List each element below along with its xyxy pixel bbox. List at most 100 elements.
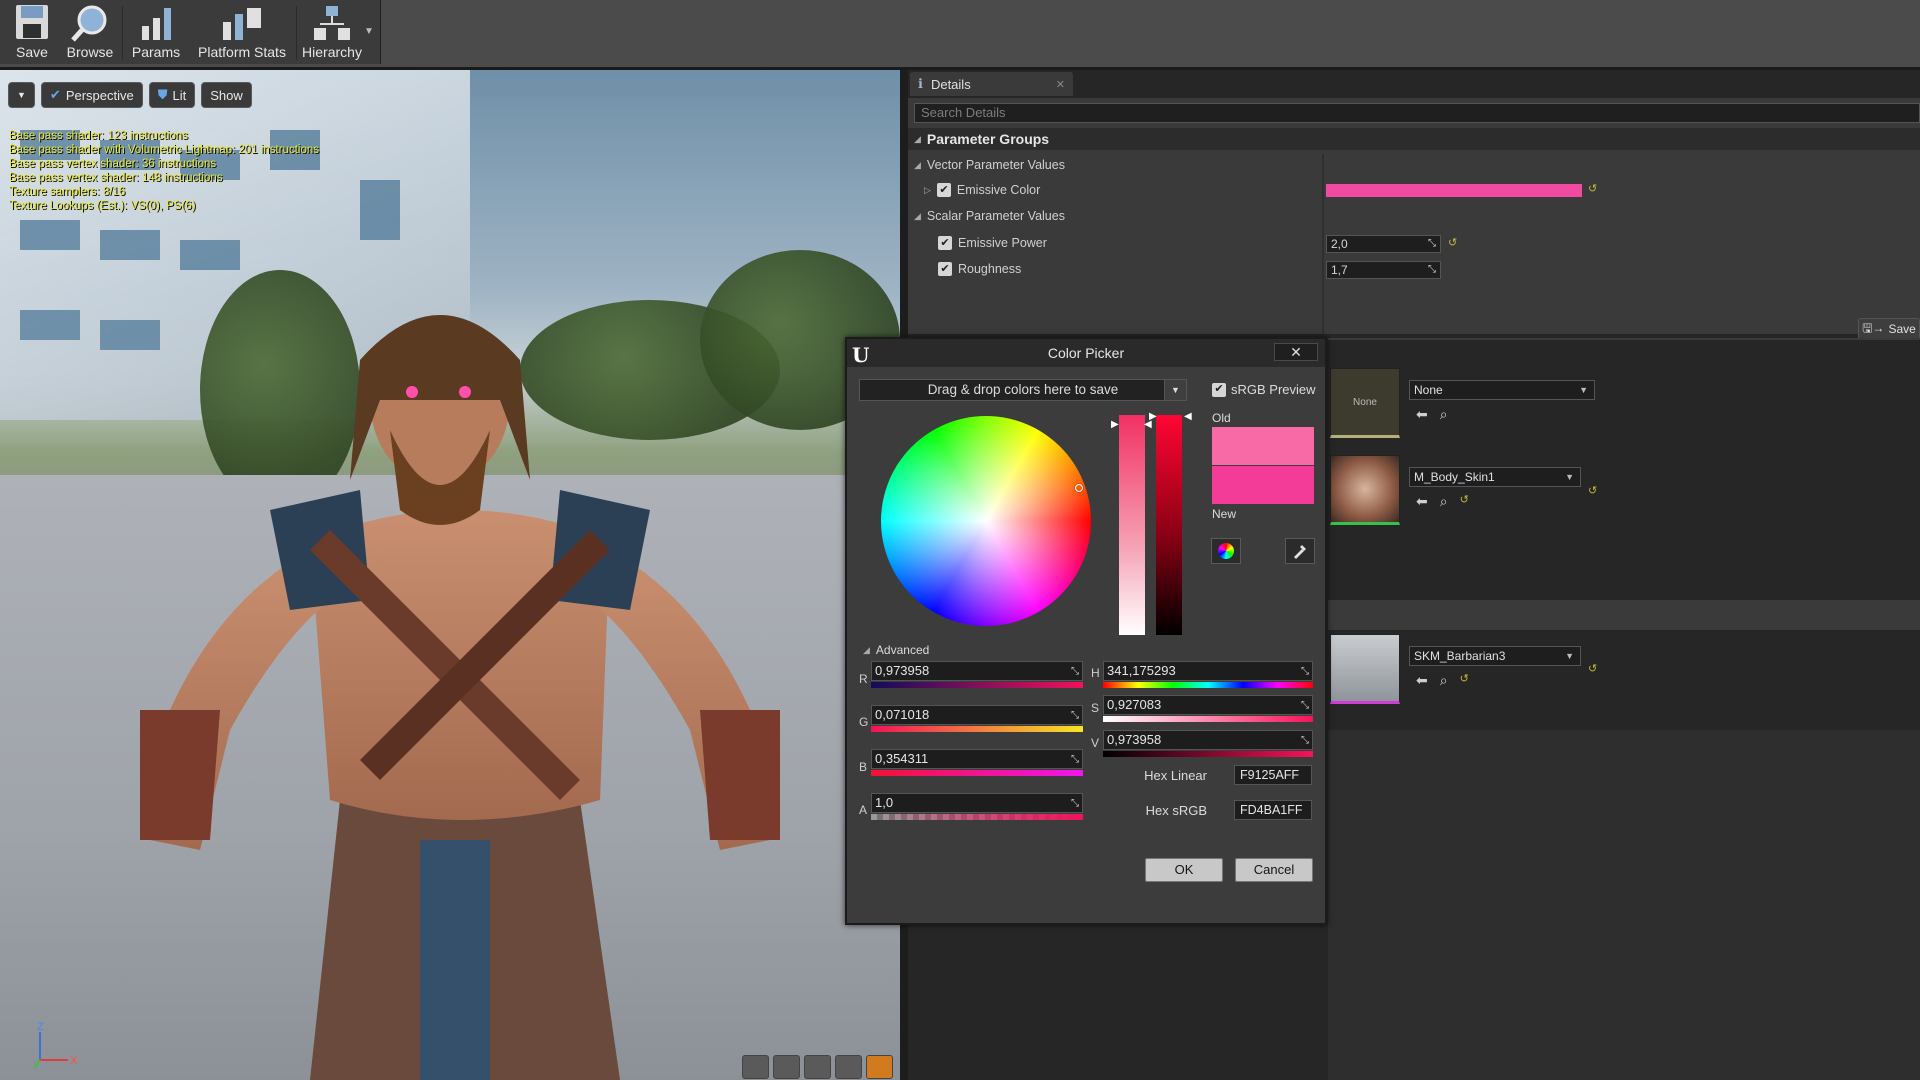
- platform-stats-toolbar-button[interactable]: Platform Stats: [192, 0, 292, 64]
- h-channel-input[interactable]: 341,175293 ⤡: [1103, 661, 1313, 681]
- asset-thumbnail[interactable]: [1330, 634, 1400, 704]
- color-wheel-mode-button[interactable]: [1211, 538, 1241, 564]
- drag-spin-icon[interactable]: ⤡: [1301, 663, 1309, 681]
- parameter-groups-header[interactable]: ◢ Parameter Groups: [908, 128, 1920, 150]
- emissive-color-swatch[interactable]: [1326, 184, 1582, 197]
- roughness-checkbox[interactable]: ✔: [938, 262, 952, 276]
- ok-button[interactable]: OK: [1145, 858, 1223, 882]
- save-button[interactable]: 🖫→ Save: [1858, 318, 1920, 340]
- advanced-section-toggle[interactable]: ◢ Advanced: [863, 643, 929, 657]
- slider-handle-icon[interactable]: ◀: [1184, 411, 1192, 422]
- color-wheel[interactable]: [881, 416, 1091, 626]
- perspective-label: Perspective: [65, 87, 134, 103]
- browse-search-icon[interactable]: ⌕: [1440, 406, 1448, 423]
- material-preview-viewport[interactable]: ▼ ✔ Perspective ⛊ Lit Show Base pass shade…: [0, 70, 900, 1080]
- vector-parameter-group[interactable]: ◢ Vector Parameter Values: [914, 158, 1065, 172]
- sphere-preview-icon[interactable]: [773, 1055, 800, 1079]
- reset-to-default-icon[interactable]: ↺: [1588, 662, 1597, 675]
- g-channel-input[interactable]: 0,071018 ⤡: [871, 705, 1083, 725]
- h-channel-value: 341,175293: [1107, 663, 1176, 678]
- slider-handle-icon[interactable]: ▶: [1111, 419, 1119, 430]
- asset-combo[interactable]: None ▼: [1409, 380, 1595, 400]
- color-wheel-marker[interactable]: [1075, 484, 1083, 492]
- roughness-input[interactable]: 1,7 ⤡: [1326, 261, 1441, 279]
- asset-actions: ⬅ ⌕: [1416, 406, 1448, 423]
- tab-details[interactable]: ℹ Details ✕: [910, 72, 1073, 96]
- drag-spin-icon[interactable]: ⤡: [1428, 262, 1436, 278]
- hierarchy-icon: [314, 6, 350, 40]
- save-toolbar-button[interactable]: Save: [4, 0, 60, 64]
- browse-search-icon[interactable]: ⌕: [1440, 672, 1448, 689]
- asset-thumbnail[interactable]: None: [1330, 368, 1400, 438]
- drag-spin-icon[interactable]: ⤡: [1301, 732, 1309, 750]
- drag-spin-icon[interactable]: ⤡: [1428, 236, 1436, 252]
- value-slider[interactable]: [1156, 415, 1182, 635]
- eyedropper-button[interactable]: [1285, 538, 1315, 564]
- drag-spin-icon[interactable]: ⤡: [1071, 751, 1079, 769]
- params-toolbar-button[interactable]: Params: [128, 0, 184, 64]
- emissive-power-input[interactable]: 2,0 ⤡: [1326, 235, 1441, 253]
- mesh-preview-icon[interactable]: [866, 1055, 893, 1079]
- reset-to-default-icon[interactable]: ↺: [1460, 672, 1469, 689]
- srgb-preview-checkbox[interactable]: ✔: [1212, 382, 1226, 397]
- asset-combo[interactable]: SKM_Barbarian3 ▼: [1409, 646, 1581, 666]
- cylinder-preview-icon[interactable]: [742, 1055, 769, 1079]
- emissive-power-checkbox[interactable]: ✔: [938, 236, 952, 250]
- hex-srgb-input[interactable]: FD4BA1FF: [1234, 800, 1312, 820]
- use-selected-arrow-icon[interactable]: ⬅: [1416, 672, 1428, 689]
- character-preview-model: [140, 315, 780, 1080]
- drag-spin-icon[interactable]: ⤡: [1071, 795, 1079, 813]
- chevron-down-icon[interactable]: ▼: [1164, 380, 1186, 400]
- hierarchy-toolbar-button[interactable]: Hierarchy: [298, 0, 366, 64]
- reset-to-default-icon[interactable]: ↺: [1588, 182, 1597, 195]
- drag-spin-icon[interactable]: ⤡: [1071, 707, 1079, 725]
- vector-group-label: Vector Parameter Values: [926, 158, 1065, 172]
- column-divider[interactable]: [1322, 154, 1324, 334]
- asset-combo[interactable]: M_Body_Skin1 ▼: [1409, 467, 1581, 487]
- reset-to-default-icon[interactable]: ↺: [1588, 484, 1597, 497]
- scalar-parameter-group[interactable]: ◢ Scalar Parameter Values: [914, 209, 1065, 223]
- expand-triangle-icon[interactable]: ▷: [924, 185, 931, 196]
- browse-search-icon[interactable]: ⌕: [1440, 493, 1448, 510]
- details-empty-area: [1328, 730, 1920, 1080]
- srgb-preview-toggle[interactable]: ✔ sRGB Preview: [1212, 382, 1316, 397]
- use-selected-arrow-icon[interactable]: ⬅: [1416, 493, 1428, 510]
- asset-thumbnail[interactable]: [1330, 455, 1400, 525]
- reset-to-default-icon[interactable]: ↺: [1460, 493, 1469, 510]
- color-theme-dropzone[interactable]: Drag & drop colors here to save ▼: [859, 379, 1187, 401]
- save-label: Save: [1888, 322, 1916, 336]
- show-button[interactable]: Show: [201, 82, 252, 108]
- perspective-button[interactable]: ✔ Perspective: [40, 82, 143, 108]
- use-selected-arrow-icon[interactable]: ⬅: [1416, 406, 1428, 423]
- collapse-triangle-icon: ◢: [863, 644, 870, 655]
- hierarchy-dropdown-icon[interactable]: ▼: [364, 26, 374, 37]
- close-dialog-button[interactable]: ✕: [1274, 343, 1318, 361]
- browse-toolbar-button[interactable]: Browse: [62, 0, 118, 64]
- saturation-slider[interactable]: [1119, 415, 1145, 635]
- emissive-color-checkbox[interactable]: ✔: [936, 183, 951, 197]
- s-channel-bar: [1103, 716, 1313, 722]
- old-color-swatch[interactable]: [1212, 427, 1314, 465]
- drag-spin-icon[interactable]: ⤡: [1301, 697, 1309, 715]
- color-picker-titlebar[interactable]: U Color Picker ✕: [847, 339, 1325, 367]
- r-channel-input[interactable]: 0,973958 ⤡: [871, 661, 1083, 681]
- srgb-preview-label: sRGB Preview: [1231, 382, 1316, 397]
- v-channel-input[interactable]: 0,973958 ⤡: [1103, 730, 1313, 750]
- b-channel-input[interactable]: 0,354311 ⤡: [871, 749, 1083, 769]
- plane-preview-icon[interactable]: [804, 1055, 831, 1079]
- lit-button[interactable]: ⛊ Lit: [148, 82, 196, 108]
- eyedropper-icon: [1294, 545, 1306, 559]
- s-channel-input[interactable]: 0,927083 ⤡: [1103, 695, 1313, 715]
- cube-preview-icon[interactable]: [835, 1055, 862, 1079]
- cancel-button[interactable]: Cancel: [1235, 858, 1313, 882]
- reset-to-default-icon[interactable]: ↺: [1448, 236, 1457, 249]
- a-channel-input[interactable]: 1,0 ⤡: [871, 793, 1083, 813]
- close-icon[interactable]: ✕: [1056, 78, 1065, 91]
- hex-linear-input[interactable]: F9125AFF: [1234, 765, 1312, 785]
- search-input[interactable]: Search Details: [914, 103, 1920, 123]
- s-channel-value: 0,927083: [1107, 697, 1162, 712]
- asset-actions: ⬅ ⌕ ↺: [1416, 672, 1469, 689]
- viewport-options-dropdown[interactable]: ▼: [8, 82, 35, 108]
- drag-spin-icon[interactable]: ⤡: [1071, 663, 1079, 681]
- slider-handle-icon[interactable]: ▶: [1149, 411, 1157, 422]
